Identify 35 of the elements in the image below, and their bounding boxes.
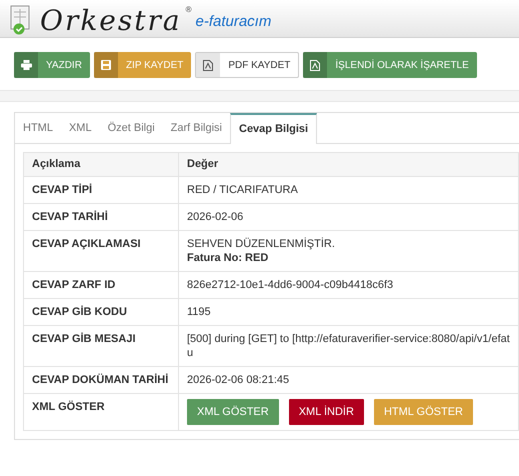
toolbar-button[interactable]: ZIP KAYDET: [94, 52, 192, 78]
action-button[interactable]: XML İNDİR: [288, 399, 364, 425]
tab[interactable]: Özet Bilgi: [100, 113, 163, 143]
table-cell: CEVAP AÇIKLAMASI: [24, 230, 178, 272]
column-header: Değer: [178, 152, 518, 176]
table-cell: 1195: [178, 298, 518, 326]
table-cell: XML GÖSTER: [24, 394, 178, 430]
toolbar-button[interactable]: İŞLENDİ OLARAK İŞARETLE: [303, 52, 477, 78]
table-cell: CEVAP GİB MESAJI: [24, 326, 178, 366]
table-cell: CEVAP ZARF ID: [24, 272, 178, 298]
toolbar-button[interactable]: PDF KAYDET: [195, 52, 300, 78]
table-cell: 2026-02-06: [178, 204, 518, 230]
table-cell: RED / TICARIFATURA: [178, 176, 518, 204]
table-cell: CEVAP TİPİ: [24, 176, 178, 204]
table-cell: CEVAP TARİHİ: [24, 204, 178, 230]
table-cell: 2026-02-06 08:21:45: [178, 366, 518, 394]
action-button[interactable]: HTML GÖSTER: [374, 399, 473, 425]
toolbar-button[interactable]: YAZDIR: [14, 52, 90, 78]
tab[interactable]: XML: [60, 113, 100, 143]
action-button[interactable]: XML GÖSTER: [187, 399, 279, 425]
product-name: e-faturacım: [195, 12, 272, 32]
document-icon: [310, 60, 320, 70]
table-cell: CEVAP DOKÜMAN TARİHİ: [24, 366, 178, 394]
tab[interactable]: Cevap Bilgisi: [230, 113, 318, 144]
tab[interactable]: HTML: [15, 113, 61, 143]
document-icon: [203, 60, 214, 70]
table-cell: 826e2712-10e1-4dd6-9004-c09b4418c6f3: [178, 272, 518, 298]
table-cell: [500] during [GET] to [http://efaturaverifier-service:8080/api/v1/efatu: [178, 326, 518, 366]
printer-icon: [20, 60, 32, 70]
table-cell: SEHVEN DÜZENLENMİŞTİR. Fatura No: RED: [178, 230, 518, 272]
tab[interactable]: Zarf Bilgisi: [162, 113, 230, 143]
registered-mark: ®: [186, 4, 192, 16]
logo-text: Orkestra: [40, 7, 182, 35]
column-header: Açıklama: [24, 152, 178, 176]
table-cell: CEVAP GİB KODU: [24, 298, 178, 326]
